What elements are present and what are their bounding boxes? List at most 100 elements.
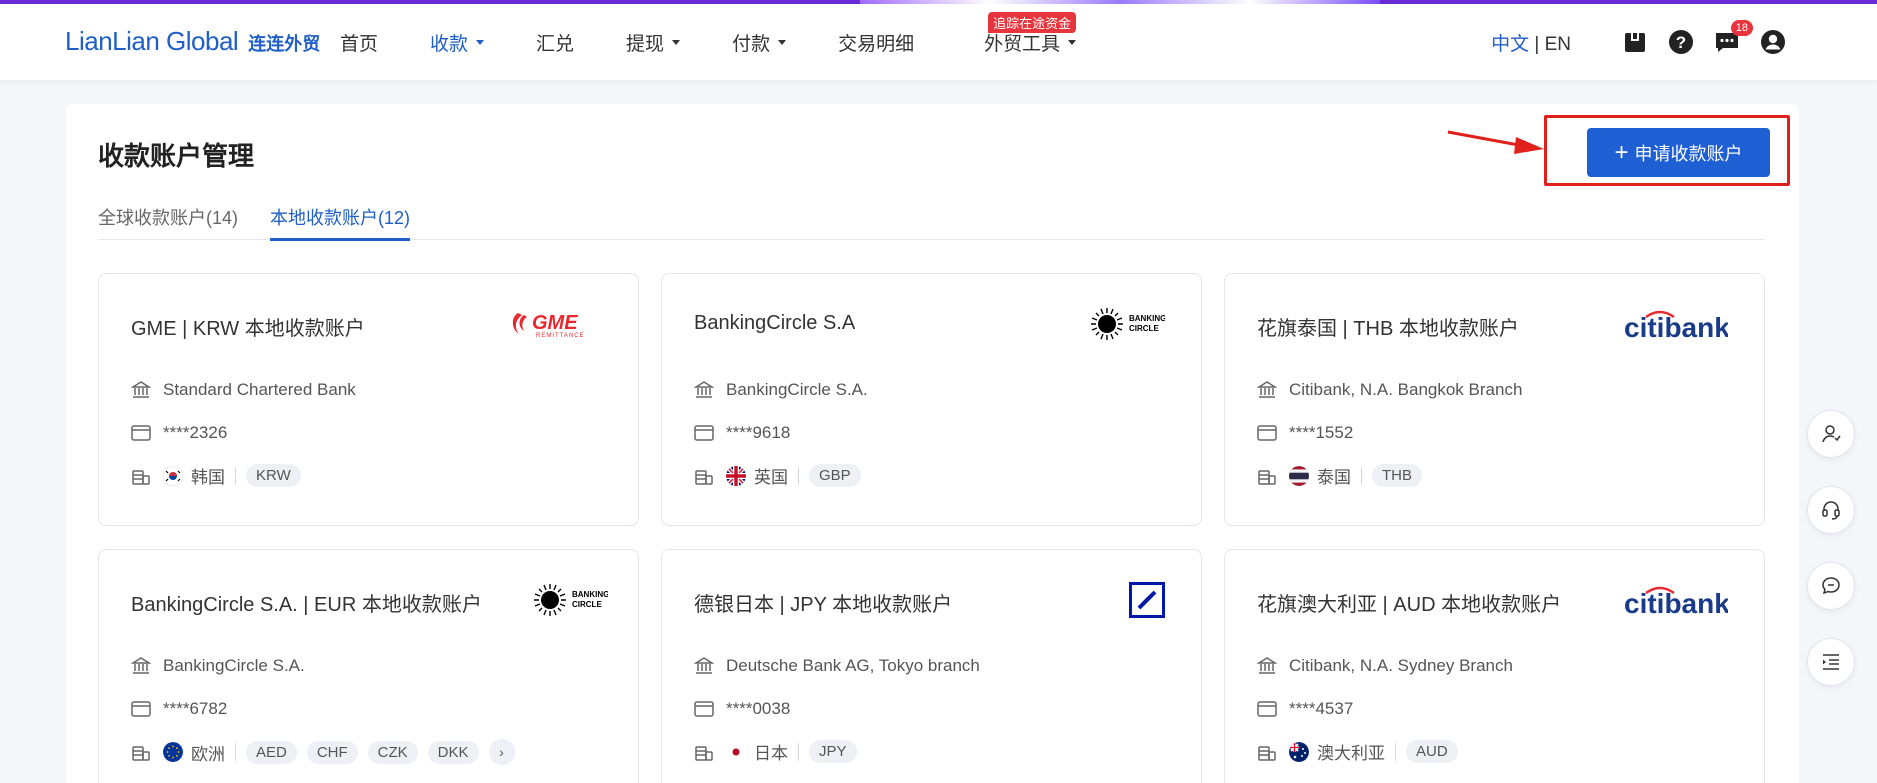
headset-icon[interactable] [1807,486,1855,534]
region-name: 欧洲 [191,744,225,764]
more-currencies-button[interactable]: › [488,739,515,765]
citibank-logo-icon: citibank [1624,584,1728,617]
bank-name: BankingCircle S.A. [726,380,868,399]
page-title: 收款账户管理 [98,141,255,171]
apply-account-button[interactable]: + 申请收款账户 [1587,128,1770,177]
bank-name: Citibank, N.A. Bangkok Branch [1289,380,1523,399]
bank-row: Citibank, N.A. Bangkok Branch [1257,380,1522,400]
bank-name: BankingCircle S.A. [163,656,305,675]
region-name: 韩国 [191,468,225,487]
header-right: 中文 | EN ? 18 [1491,4,1787,80]
region-name: 日本 [754,744,788,763]
card-icon [131,423,151,443]
chat-icon[interactable] [1807,562,1855,610]
language-switch[interactable]: 中文 | EN [1491,29,1571,56]
citibank-logo-icon: citibank [1624,308,1728,341]
flag-eu-icon [163,742,183,762]
account-row: ****0038 [694,699,790,719]
svg-text:CIRCLE: CIRCLE [572,600,602,609]
currency-chip: DKK [427,740,479,764]
nav-item-payment[interactable]: 付款 [732,4,787,80]
account-card[interactable]: 德银日本 | JPY 本地收款账户 Deutsche Bank AG, Toky… [661,549,1202,783]
account-manager-icon[interactable] [1807,410,1855,458]
divider [235,743,236,761]
coins-icon [131,466,151,486]
banking-circle-logo-icon: BANKING CIRCLE [1089,308,1165,340]
flag-kr-icon [163,465,183,486]
svg-text:GME: GME [532,312,578,334]
message-icon[interactable]: 18 [1713,20,1753,56]
nav-item-withdraw[interactable]: 提现 [626,4,681,80]
main-nav: 首页 收款 汇兑 提现 付款 交易明细 追踪在途资金 外贸工具 [340,4,1128,80]
lang-en[interactable]: EN [1545,34,1571,55]
currency-chip: CZK [367,740,418,764]
bank-icon [131,656,151,676]
account-card[interactable]: BankingCircle S.A. | EUR 本地收款账户 BANKING C… [98,549,639,783]
flag-gb-icon [726,465,746,486]
bank-name: Standard Chartered Bank [163,380,356,399]
bank-name: Deutsche Bank AG, Tokyo branch [726,656,980,675]
brand-name-en: LianLian Global [65,26,239,56]
account-number: ****1552 [1289,423,1354,442]
account-card[interactable]: 花旗澳大利亚 | AUD 本地收款账户 citibank Citibank, N… [1224,549,1765,783]
account-number: ****2326 [163,423,228,442]
apply-highlight-box: + 申请收款账户 [1544,115,1790,186]
svg-text:BANKING: BANKING [1129,314,1165,323]
list-indent-icon[interactable] [1807,638,1855,686]
gme-logo-icon: GME REMITTANCE [510,308,602,340]
nav-item-transactions[interactable]: 交易明细 [838,4,914,80]
coins-icon [694,742,714,762]
tab-global-accounts[interactable]: 全球收款账户(14) [98,204,238,240]
flag-au-icon [1289,741,1309,762]
user-avatar-icon[interactable] [1759,28,1787,56]
tab-local-accounts[interactable]: 本地收款账户(12) [270,204,411,241]
box-icon[interactable] [1621,28,1649,56]
annotation-arrow [1447,130,1544,154]
banking-circle-logo-icon: BANKING CIRCLE [532,584,608,616]
nav-item-home[interactable]: 首页 [340,4,378,80]
help-icon[interactable]: ? [1667,28,1695,56]
bank-row: BankingCircle S.A. [131,656,305,676]
top-header: LianLian Global 连连外贸 首页 收款 汇兑 提现 付款 交易明细… [0,4,1877,80]
divider [798,742,799,761]
lang-zh[interactable]: 中文 [1491,34,1529,55]
bank-name: Citibank, N.A. Sydney Branch [1289,656,1513,675]
currency-chip: THB [1372,464,1422,487]
card-icon [1257,699,1277,719]
currency-chip: CHF [306,740,358,764]
nav-item-collect[interactable]: 收款 [430,4,485,80]
bank-icon [131,380,151,400]
brand-name-cn: 连连外贸 [248,34,321,54]
account-card[interactable]: BankingCircle S.A BANKING CIRCLE BankingC… [661,273,1202,526]
account-card[interactable]: 花旗泰国 | THB 本地收款账户 citibank Citibank, N.A… [1224,273,1765,526]
nav-item-exchange[interactable]: 汇兑 [536,4,574,80]
flag-jp-icon [726,741,746,762]
bank-icon [694,656,714,676]
currency-chip: KRW [246,464,301,487]
svg-text:citibank: citibank [1624,312,1728,341]
svg-text:REMITTANCE: REMITTANCE [536,333,585,339]
region-name: 澳大利亚 [1317,744,1385,763]
card-title: BankingCircle S.A. | EUR 本地收款账户 [131,594,482,616]
card-title: BankingCircle S.A [694,312,856,334]
card-icon [1257,423,1277,443]
account-number: ****9618 [726,423,791,442]
nav-item-trade-tools[interactable]: 追踪在途资金 外贸工具 [984,4,1077,80]
account-row: ****9618 [694,423,790,443]
divider [235,466,236,485]
bank-row: Citibank, N.A. Sydney Branch [1257,656,1513,676]
coins-icon [1257,742,1277,762]
account-number: ****0038 [726,699,791,718]
divider [798,466,799,485]
nav-label: 交易明细 [838,33,915,55]
account-number: ****4537 [1289,699,1354,718]
account-number: ****6782 [163,699,228,718]
card-title: 花旗泰国 | THB 本地收款账户 [1257,318,1519,340]
account-card[interactable]: GME | KRW 本地收款账户 GME REMITTANCE Standard … [98,273,639,526]
card-title: 德银日本 | JPY 本地收款账户 [694,594,953,616]
caret-down-icon [672,39,681,45]
bank-icon [1257,380,1277,400]
nav-label: 首页 [340,33,379,55]
region-row: 泰国 THB [1257,463,1432,488]
brand-logo[interactable]: LianLian Global 连连外贸 [65,26,320,57]
